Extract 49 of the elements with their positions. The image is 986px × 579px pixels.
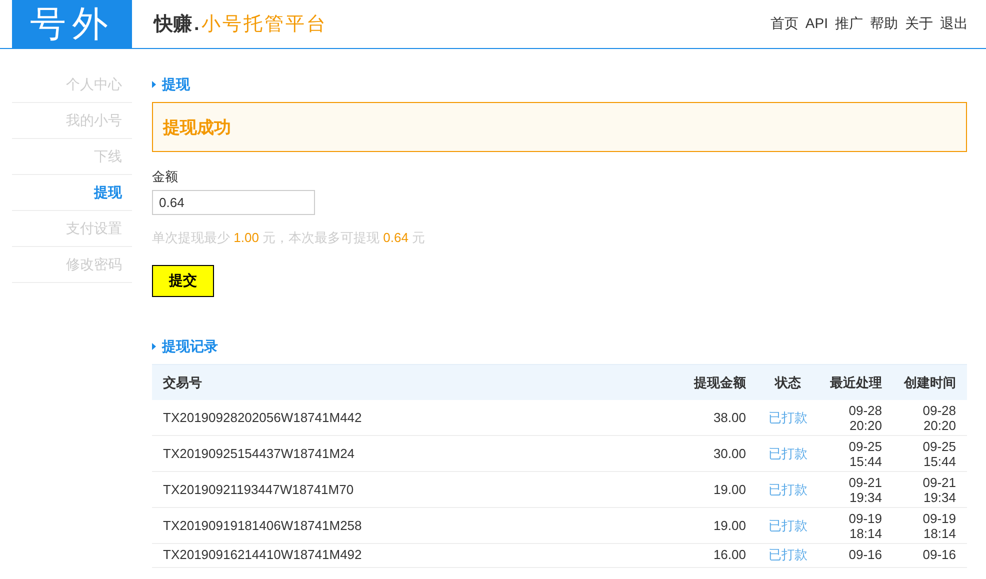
table-cell: 09-19 18:14	[893, 508, 967, 544]
table-cell: 30.00	[605, 436, 757, 472]
table-cell: 09-21 19:34	[893, 472, 967, 508]
status-link[interactable]: 已打款	[757, 436, 819, 472]
column-header: 提现金额	[605, 364, 757, 400]
table-cell: 09-28 20:20	[893, 400, 967, 436]
submit-button[interactable]: 提交	[152, 265, 214, 297]
brand-tagline: 小号托管平台	[201, 13, 328, 37]
table-cell: 09-19 18:14	[819, 508, 893, 544]
table-cell: TX20190928202056W18741M442	[152, 400, 606, 436]
nav-link[interactable]: 帮助	[870, 15, 898, 33]
section-title: 提现记录	[162, 338, 218, 356]
table-cell: 09-25 15:44	[893, 436, 967, 472]
column-header: 状态	[757, 364, 819, 400]
status-link[interactable]: 已打款	[757, 472, 819, 508]
logo: 号外	[12, 0, 132, 48]
status-link[interactable]: 已打款	[757, 544, 819, 568]
table-cell: 09-25 15:44	[819, 436, 893, 472]
table-cell: 09-21 19:34	[819, 472, 893, 508]
brand-name: 快赚	[154, 12, 192, 37]
table-cell: 38.00	[605, 400, 757, 436]
table-cell: TX20190921193447W18741M70	[152, 472, 606, 508]
nav-link[interactable]: 推广	[835, 15, 863, 33]
table-cell: 19.00	[605, 472, 757, 508]
nav-link[interactable]: API	[805, 15, 828, 33]
brand-dot: .	[194, 14, 200, 36]
nav-link[interactable]: 退出	[940, 15, 968, 33]
table-cell: TX20190925154437W18741M24	[152, 436, 606, 472]
amount-field[interactable]: 0.64	[152, 190, 315, 215]
table-cell: 09-28 20:20	[819, 400, 893, 436]
nav-link[interactable]: 关于	[905, 15, 933, 33]
table-cell: TX20190916214410W18741M492	[152, 544, 606, 568]
status-link[interactable]: 已打款	[757, 400, 819, 436]
status-link[interactable]: 已打款	[757, 508, 819, 544]
table-cell: TX20190919181406W18741M258	[152, 508, 606, 544]
sidebar-item[interactable]: 提现	[12, 175, 132, 211]
column-header: 最近处理	[819, 364, 893, 400]
table-cell: 19.00	[605, 508, 757, 544]
field-label: 金额	[152, 168, 179, 186]
section-title: 提现	[162, 76, 190, 94]
column-header: 交易号	[152, 364, 606, 400]
table-cell: 09-16	[893, 544, 967, 568]
triangle-icon	[152, 81, 156, 88]
nav-link[interactable]: 首页	[770, 15, 798, 33]
table-cell: 09-16	[819, 544, 893, 568]
table-cell: 16.00	[605, 544, 757, 568]
alert-text: 提现成功	[163, 116, 231, 138]
column-header: 创建时间	[893, 364, 967, 400]
triangle-icon	[152, 343, 156, 350]
